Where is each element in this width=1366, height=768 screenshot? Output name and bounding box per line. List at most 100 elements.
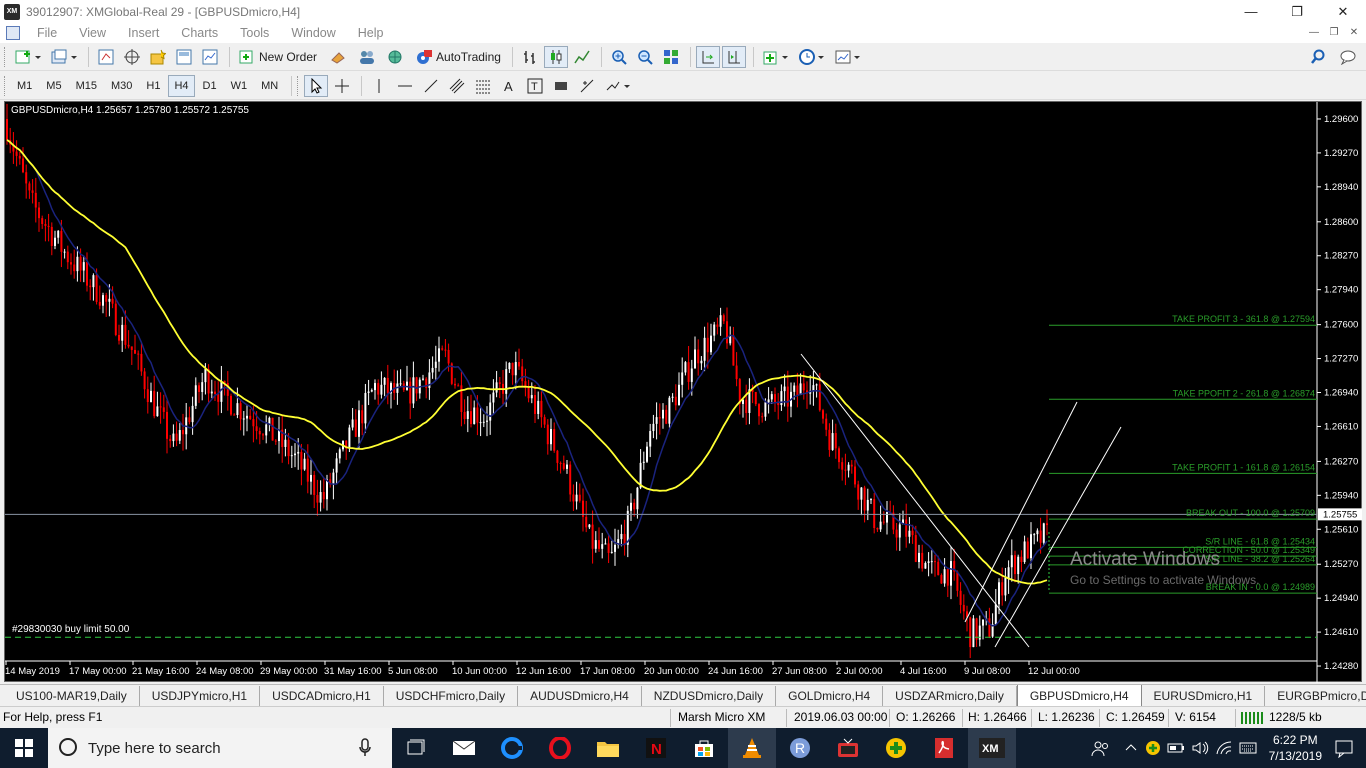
- taskbar-clock[interactable]: 6:22 PM 7/13/2019: [1269, 732, 1322, 764]
- tab-eurgbp[interactable]: EURGBPmicro,Daily: [1265, 686, 1366, 706]
- terminal-button[interactable]: [172, 46, 196, 68]
- wifi-icon[interactable]: [1215, 740, 1233, 756]
- tf-d1[interactable]: D1: [197, 75, 223, 97]
- tab-eurusd[interactable]: EURUSDmicro,H1: [1142, 686, 1266, 706]
- tf-m30[interactable]: M30: [105, 75, 138, 97]
- vertical-line-tool[interactable]: [367, 75, 391, 97]
- tab-audusd[interactable]: AUDUSDmicro,H4: [518, 686, 642, 706]
- chevron-up-icon[interactable]: [1125, 742, 1137, 754]
- tab-us100[interactable]: US100-MAR19,Daily: [4, 686, 140, 706]
- menu-insert[interactable]: Insert: [117, 26, 170, 40]
- tf-mn[interactable]: MN: [255, 75, 284, 97]
- text-label-tool[interactable]: T: [523, 75, 547, 97]
- taskbar-search-box[interactable]: Type here to search: [48, 728, 392, 768]
- vlc-app[interactable]: [728, 728, 776, 768]
- templates-button[interactable]: [831, 46, 865, 68]
- line-chart-button[interactable]: [570, 46, 594, 68]
- autotrading-button[interactable]: AutoTrading: [410, 46, 505, 68]
- xm-app[interactable]: XM: [968, 728, 1016, 768]
- minimize-button[interactable]: —: [1228, 0, 1274, 23]
- horizontal-line-tool[interactable]: [393, 75, 417, 97]
- keyboard-icon[interactable]: [1239, 740, 1257, 756]
- tab-usdchf[interactable]: USDCHFmicro,Daily: [384, 686, 519, 706]
- child-restore-button[interactable]: ❐: [1326, 25, 1342, 40]
- child-close-button[interactable]: ✕: [1346, 25, 1362, 40]
- candle-body: [982, 619, 984, 626]
- chart-window-icon[interactable]: [6, 26, 20, 40]
- chat-icon[interactable]: [1340, 49, 1358, 65]
- signals-button[interactable]: [354, 46, 380, 68]
- metaeditor-button[interactable]: [326, 46, 352, 68]
- shapes-tool[interactable]: [575, 75, 599, 97]
- channel-tool[interactable]: [445, 75, 469, 97]
- chart-window[interactable]: 1.29600 1.29270 1.28940 1.28600 1.28270 1.279…: [4, 101, 1363, 683]
- tf-h4[interactable]: H4: [168, 74, 195, 97]
- child-minimize-button[interactable]: —: [1306, 25, 1322, 40]
- arrows-tool[interactable]: [601, 75, 635, 97]
- store-app[interactable]: [680, 728, 728, 768]
- tab-usdjpy[interactable]: USDJPYmicro,H1: [140, 686, 261, 706]
- search-icon[interactable]: [1310, 49, 1326, 65]
- restore-button[interactable]: ❐: [1274, 0, 1320, 23]
- mail-app[interactable]: [440, 728, 488, 768]
- market-button[interactable]: [382, 46, 408, 68]
- menu-charts[interactable]: Charts: [170, 26, 229, 40]
- periods-button[interactable]: [795, 46, 829, 68]
- chart-shift-button[interactable]: [721, 45, 746, 68]
- navigator-button[interactable]: [146, 46, 170, 68]
- tab-usdzar[interactable]: USDZARmicro,Daily: [883, 686, 1017, 706]
- menu-window[interactable]: Window: [280, 26, 346, 40]
- tab-nzdusd[interactable]: NZDUSDmicro,Daily: [642, 686, 777, 706]
- volume-icon[interactable]: [1191, 740, 1209, 756]
- candle-body: [844, 469, 847, 471]
- fibonacci-tool[interactable]: [471, 75, 495, 97]
- tray-app-icon[interactable]: [1145, 740, 1161, 756]
- tf-w1[interactable]: W1: [225, 75, 254, 97]
- tf-h1[interactable]: H1: [140, 75, 166, 97]
- start-button[interactable]: [0, 728, 48, 768]
- text-tool[interactable]: A: [497, 75, 521, 97]
- plus-app[interactable]: [872, 728, 920, 768]
- tf-m5[interactable]: M5: [40, 75, 67, 97]
- tf-m1[interactable]: M1: [11, 75, 38, 97]
- tab-usdcad[interactable]: USDCADmicro,H1: [260, 686, 384, 706]
- candlestick-button[interactable]: [543, 45, 568, 68]
- media-app[interactable]: [824, 728, 872, 768]
- market-watch-button[interactable]: [94, 46, 118, 68]
- price-chart[interactable]: 1.29600 1.29270 1.28940 1.28600 1.28270 1.279…: [5, 102, 1363, 683]
- tf-m15[interactable]: M15: [70, 75, 103, 97]
- tab-gold[interactable]: GOLDmicro,H4: [776, 686, 884, 706]
- profiles-button[interactable]: [47, 46, 81, 68]
- menu-help[interactable]: Help: [347, 26, 395, 40]
- task-view-button[interactable]: [392, 728, 440, 768]
- menu-file[interactable]: File: [26, 26, 68, 40]
- data-window-button[interactable]: [120, 46, 144, 68]
- menu-view[interactable]: View: [68, 26, 117, 40]
- bar-chart-button[interactable]: [518, 46, 542, 68]
- close-button[interactable]: ✕: [1320, 0, 1366, 23]
- r-app[interactable]: R: [776, 728, 824, 768]
- notifications-icon[interactable]: [1334, 738, 1354, 758]
- autoscroll-button[interactable]: [695, 45, 720, 68]
- new-chart-button[interactable]: [11, 46, 45, 68]
- battery-icon[interactable]: [1167, 740, 1185, 756]
- opera-app[interactable]: [536, 728, 584, 768]
- indicators-button[interactable]: [759, 46, 793, 68]
- tile-windows-button[interactable]: [659, 46, 683, 68]
- microphone-icon[interactable]: [358, 738, 372, 758]
- tab-gbpusd[interactable]: GBPUSDmicro,H4: [1016, 685, 1142, 706]
- cursor-tool[interactable]: [304, 74, 329, 97]
- zoom-out-button[interactable]: [633, 46, 657, 68]
- people-tray-icon[interactable]: [1091, 739, 1111, 757]
- file-explorer-app[interactable]: [584, 728, 632, 768]
- crosshair-tool[interactable]: [330, 75, 354, 97]
- new-order-button[interactable]: New Order: [235, 46, 324, 68]
- netflix-app[interactable]: N: [632, 728, 680, 768]
- strategy-tester-button[interactable]: [198, 46, 222, 68]
- trendline-tool[interactable]: [419, 75, 443, 97]
- acrobat-app[interactable]: [920, 728, 968, 768]
- zoom-in-button[interactable]: [607, 46, 631, 68]
- edge-app[interactable]: [488, 728, 536, 768]
- rectangle-tool[interactable]: [549, 75, 573, 97]
- menu-tools[interactable]: Tools: [229, 26, 280, 40]
